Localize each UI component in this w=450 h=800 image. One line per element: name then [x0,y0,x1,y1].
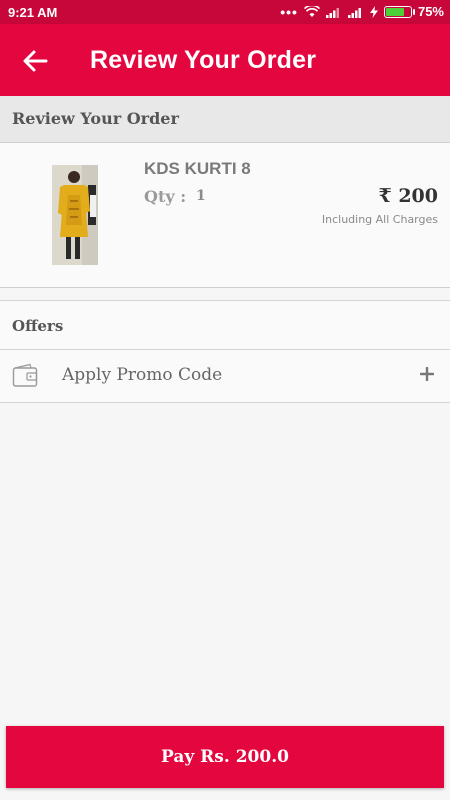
page-title: Review Your Order [90,46,317,74]
arrow-left-icon[interactable] [20,46,50,76]
status-time: 9:21 AM [8,5,58,20]
signal-icon [347,7,361,18]
qty-label: Qty : [144,187,187,206]
section-header-title: Review Your Order [12,109,179,128]
signal-icon [325,7,339,18]
battery-level: 75% [417,4,444,19]
offers-title: Offers [12,317,64,335]
status-bar: 9:21 AM ••• 75% [0,0,450,24]
status-icons: ••• 75% [280,4,444,19]
item-price: ₹ 200 [378,185,439,207]
dots-icon: ••• [280,3,298,20]
section-header: Review Your Order [0,96,450,143]
battery-icon [383,5,415,18]
apply-promo-code-row[interactable]: Apply Promo Code [0,350,450,402]
charging-icon [369,5,378,18]
wallet-icon [12,363,38,387]
product-name: KDS KURTI 8 [144,159,251,178]
offers-section: Offers Apply Promo Code [0,300,450,403]
product-image [52,165,98,265]
promo-label: Apply Promo Code [62,365,223,385]
wifi-icon [303,5,320,17]
app-bar: Review Your Order [0,24,450,96]
plus-icon[interactable] [420,367,434,381]
charges-note: Including All Charges [321,213,438,226]
qty-value: 1 [196,188,206,204]
order-item: KDS KURTI 8 Qty : 1 ₹ 200 Including All … [0,143,450,288]
pay-button[interactable]: Pay Rs. 200.0 [6,726,444,788]
